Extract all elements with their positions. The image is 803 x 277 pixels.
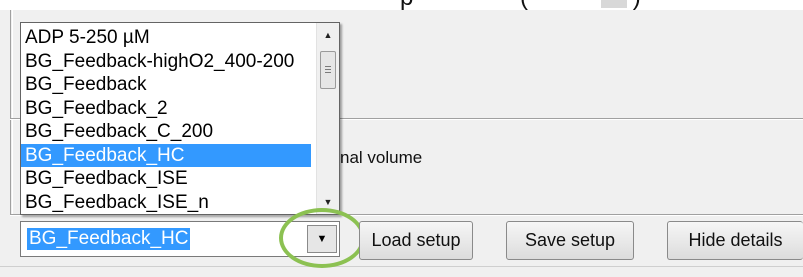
- scrollbar-thumb[interactable]: [320, 51, 336, 89]
- thumb-grip-line: [325, 72, 331, 73]
- group-frame-left-highlight: [12, 10, 13, 215]
- group-frame-left: [10, 10, 11, 215]
- dropdown-item[interactable]: BG_Feedback_2: [21, 97, 311, 121]
- dropdown-item[interactable]: BG_Feedback: [21, 73, 311, 97]
- dropdown-item[interactable]: BG_Feedback_C_200: [21, 120, 311, 144]
- volume-label: nal volume: [340, 148, 423, 167]
- save-setup-button[interactable]: Save setup: [506, 221, 634, 260]
- scroll-up-arrow-icon[interactable]: ▲: [317, 25, 339, 45]
- dropdown-item[interactable]: ADP 5-250 µM: [21, 26, 311, 50]
- annotation-circle: [279, 208, 365, 268]
- dropdown-item[interactable]: BG_Feedback_ISE_n: [21, 191, 311, 215]
- dropdown-item-selected[interactable]: BG_Feedback_HC: [21, 143, 311, 167]
- dropdown-scrollbar[interactable]: ▲ ▼: [316, 23, 339, 214]
- heading-highlight-box: [600, 0, 627, 8]
- dropdown-item[interactable]: BG_Feedback_ISE: [21, 167, 311, 191]
- dropdown-item[interactable]: BG_Feedback-highO2_400-200: [21, 50, 311, 74]
- thumb-grip-line: [325, 69, 331, 70]
- dropdown-items: ADP 5-250 µM BG_Feedback-highO2_400-200 …: [21, 26, 311, 214]
- dialog-bottom-edge: [0, 266, 803, 267]
- hide-details-button[interactable]: Hide details: [667, 221, 803, 260]
- combobox-value[interactable]: BG_Feedback_HC: [27, 228, 191, 250]
- thumb-grip-line: [325, 66, 331, 67]
- setup-dropdown-list[interactable]: ADP 5-250 µM BG_Feedback-highO2_400-200 …: [20, 22, 340, 215]
- group-frame-bottom-highlight: [10, 215, 803, 216]
- load-setup-button[interactable]: Load setup: [359, 221, 473, 260]
